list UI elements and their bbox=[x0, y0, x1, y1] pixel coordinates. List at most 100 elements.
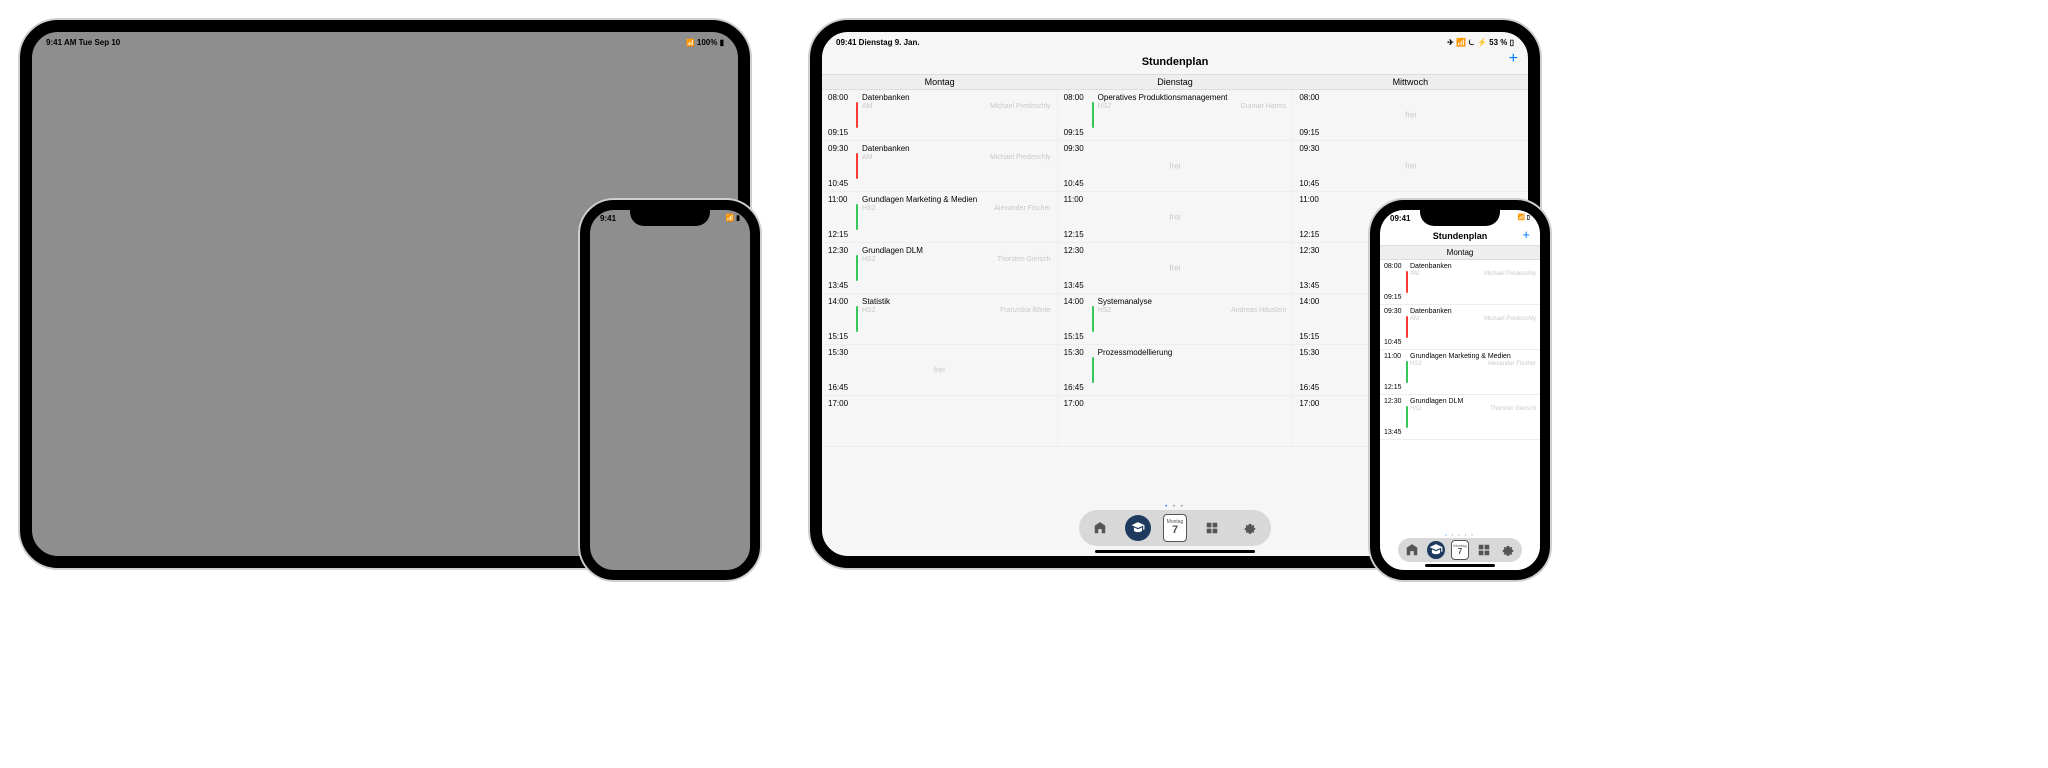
schedule-cell[interactable]: 12:30 13:45 Grundlagen DLMHS2Thorsten Gier… bbox=[822, 243, 1057, 293]
start-time: 14:00 bbox=[1299, 297, 1319, 306]
start-time: 08:00 bbox=[1299, 93, 1319, 102]
time-block[interactable]: 09:30 10:45 DatenbankenAMMichael Predeschl… bbox=[822, 141, 1528, 192]
day-header[interactable]: Dienstag bbox=[1057, 75, 1292, 89]
schedule-cell[interactable]: 08:0009:15frei bbox=[1292, 90, 1528, 140]
tab-settings-icon[interactable] bbox=[1237, 515, 1263, 541]
start-time: 11:00 bbox=[1064, 195, 1083, 204]
status-battery: 📶 100% ▮ bbox=[686, 38, 724, 47]
start-time: 08:00 bbox=[1064, 93, 1084, 102]
schedule-cell[interactable]: 11:00 12:15 frei bbox=[1057, 192, 1293, 242]
schedule-grid[interactable]: 08:0009:15DatenbankenAMMichael Predeschl… bbox=[1380, 260, 1540, 520]
schedule-cell[interactable]: 17:00 bbox=[1057, 396, 1293, 446]
course-title: Prozessmodellierung bbox=[1098, 348, 1287, 357]
end-time: 10:45 bbox=[1299, 179, 1319, 188]
tab-calendar-icon[interactable]: Montag 7 bbox=[1163, 514, 1187, 542]
tab-bar: • • • • • Montag 7 bbox=[1398, 538, 1522, 562]
course-sub: AMMichael Predeschly bbox=[862, 154, 1051, 161]
end-time: 15:15 bbox=[1064, 332, 1084, 341]
start-time: 12:30 bbox=[1384, 398, 1402, 405]
tab-home-icon[interactable] bbox=[1087, 515, 1113, 541]
schedule-cell[interactable]: 14:00 15:15 SystemanalyseHS2Andreas Häusle… bbox=[1057, 294, 1293, 344]
start-time: 08:00 bbox=[828, 93, 848, 102]
time-block[interactable]: 08:0009:15DatenbankenAMMichael Predeschl… bbox=[1380, 260, 1540, 305]
end-time: 09:15 bbox=[828, 128, 848, 137]
time-block[interactable]: 11:0012:15Grundlagen Marketing & MedienH… bbox=[1380, 350, 1540, 395]
status-time: 9:41 AM Tue Sep 10 bbox=[46, 38, 120, 47]
schedule-cell[interactable]: 09:3010:45frei bbox=[1057, 141, 1293, 191]
tab-grid-icon[interactable] bbox=[1199, 515, 1225, 541]
course-sub: HS2Thorsten Giersch bbox=[862, 256, 1051, 263]
course-sub: HS2Thorsten Giersch bbox=[1410, 406, 1536, 412]
tab-calendar-icon[interactable]: Montag 7 bbox=[1451, 540, 1469, 560]
status-time: 09:41 bbox=[1390, 214, 1410, 223]
course-title: Datenbanken bbox=[862, 144, 1051, 153]
end-time: 12:15 bbox=[1384, 384, 1402, 391]
start-time: 11:00 bbox=[1299, 195, 1318, 204]
tab-grid-icon[interactable] bbox=[1475, 541, 1493, 559]
course-title: Statistik bbox=[862, 297, 1051, 306]
color-pipe bbox=[1092, 306, 1094, 332]
schedule-cell[interactable]: 17:00 bbox=[822, 396, 1057, 446]
course-sub: HS2Andreas Häuslein bbox=[1098, 307, 1287, 314]
course-title: Systemanalyse bbox=[1098, 297, 1287, 306]
start-time: 09:30 bbox=[1064, 144, 1084, 153]
color-pipe bbox=[1406, 406, 1408, 428]
end-time: 13:45 bbox=[828, 281, 848, 290]
start-time: 12:30 bbox=[828, 246, 848, 255]
schedule-cell[interactable]: 11:0012:15Grundlagen Marketing & MedienH… bbox=[822, 192, 1057, 242]
free-label: frei bbox=[1405, 162, 1416, 171]
tab-bar: • • • Montag 7 bbox=[1079, 510, 1271, 546]
schedule-cell[interactable]: 15:3016:45frei bbox=[822, 345, 1057, 395]
free-label: frei bbox=[1169, 162, 1180, 171]
tab-settings-icon[interactable] bbox=[1499, 541, 1517, 559]
color-pipe bbox=[856, 306, 858, 332]
time-block[interactable]: 08:0009:15DatenbankenAMMichael Predeschl… bbox=[822, 90, 1528, 141]
schedule-cell[interactable]: 09:3010:45frei bbox=[1292, 141, 1528, 191]
day-header-row: Montag Dienstag Mittwoch bbox=[822, 74, 1528, 90]
tab-study-icon[interactable] bbox=[1427, 541, 1445, 559]
time-block[interactable]: 12:3013:45Grundlagen DLMHS2Thorsten Gier… bbox=[1380, 395, 1540, 440]
course-sub: HS2Alexander Fischer bbox=[862, 205, 1051, 212]
free-label: frei bbox=[1169, 264, 1180, 273]
home-indicator[interactable] bbox=[1425, 564, 1495, 567]
color-pipe bbox=[1092, 357, 1094, 383]
start-time: 11:00 bbox=[828, 195, 847, 204]
end-time: 12:15 bbox=[1064, 230, 1084, 239]
day-header[interactable]: Montag bbox=[1380, 246, 1540, 259]
schedule-cell[interactable]: 08:0009:15DatenbankenAMMichael Predeschl… bbox=[822, 90, 1057, 140]
schedule-cell[interactable]: 15:3016:45Prozessmodellierung bbox=[1057, 345, 1293, 395]
schedule-cell[interactable]: 09:3010:45DatenbankenAMMichael Predeschl… bbox=[822, 141, 1057, 191]
notch bbox=[630, 208, 710, 226]
schedule-cell[interactable]: 11:0012:15Grundlagen Marketing & MedienH… bbox=[1380, 350, 1540, 394]
schedule-cell[interactable]: 12:3013:45frei bbox=[1057, 243, 1293, 293]
schedule-cell[interactable]: 12:3013:45Grundlagen DLMHS2Thorsten Gier… bbox=[1380, 395, 1540, 439]
color-pipe bbox=[1406, 271, 1408, 293]
navbar: Stundenplan + bbox=[1380, 227, 1540, 245]
day-header[interactable]: Mittwoch bbox=[1293, 75, 1528, 89]
add-button[interactable]: + bbox=[1509, 50, 1518, 68]
color-pipe bbox=[856, 102, 858, 128]
day-header[interactable]: Montag bbox=[822, 75, 1057, 89]
iphone-frame-app: 09:41 📶 ▯ Stundenplan + Montag 08:0009:1… bbox=[1370, 200, 1550, 580]
iphone-frame-empty: 9:41 📶 ▮ bbox=[580, 200, 760, 580]
tab-study-icon[interactable] bbox=[1125, 515, 1151, 541]
schedule-cell[interactable]: 08:0009:15DatenbankenAMMichael Predeschl… bbox=[1380, 260, 1540, 304]
free-label: frei bbox=[934, 366, 945, 375]
free-label: frei bbox=[1169, 213, 1180, 222]
start-time: 14:00 bbox=[1064, 297, 1084, 306]
time-block[interactable]: 09:3010:45DatenbankenAMMichael Predeschl… bbox=[1380, 305, 1540, 350]
tab-home-icon[interactable] bbox=[1403, 541, 1421, 559]
schedule-cell[interactable]: 14:0015:15StatistikHS2Franziska Bönte bbox=[822, 294, 1057, 344]
color-pipe bbox=[856, 255, 858, 281]
end-time: 15:15 bbox=[828, 332, 848, 341]
schedule-cell[interactable]: 08:0009:15Operatives Produktionsmanageme… bbox=[1057, 90, 1293, 140]
home-indicator[interactable] bbox=[1095, 550, 1255, 553]
course-sub: AMMichael Predeschly bbox=[1410, 271, 1536, 277]
add-button[interactable]: + bbox=[1522, 227, 1530, 242]
course-sub: HS2Franziska Bönte bbox=[862, 307, 1051, 314]
course-title: Datenbanken bbox=[1410, 263, 1536, 270]
status-time: 09:41 Dienstag 9. Jan. bbox=[836, 38, 920, 48]
course-sub: AMMichael Predeschly bbox=[862, 103, 1051, 110]
schedule-cell[interactable]: 09:3010:45DatenbankenAMMichael Predeschl… bbox=[1380, 305, 1540, 349]
course-title: Grundlagen DLM bbox=[862, 246, 1051, 255]
